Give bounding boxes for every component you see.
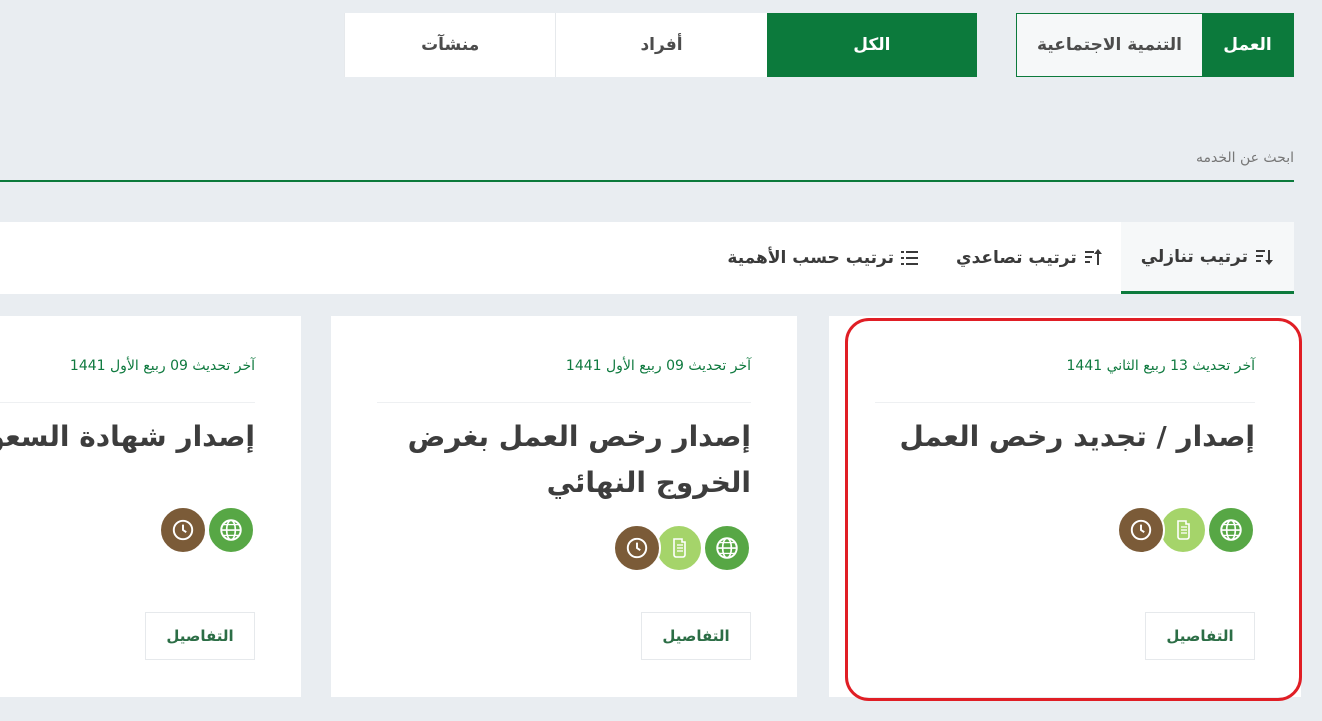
service-title[interactable]: إصدار رخص العمل بغرض الخروج النهائي — [371, 414, 751, 506]
audience-tabs: الكل أفراد منشآت — [344, 13, 977, 77]
divider — [377, 402, 751, 403]
channel-icons — [1117, 506, 1255, 554]
document-icon — [655, 524, 703, 572]
divider — [0, 402, 255, 403]
channel-icons — [159, 506, 255, 554]
search-input[interactable] — [0, 130, 1294, 180]
list-icon — [900, 251, 918, 265]
details-button[interactable]: التفاصيل — [641, 612, 751, 660]
sort-bar: ترتيب تنازلي ترتيب تصاعدي ترتيب حسب الأه… — [0, 222, 1294, 294]
tab-ministry-social-development[interactable]: التنمية الاجتماعية — [1017, 14, 1202, 76]
ministry-tabs: العمل التنمية الاجتماعية — [1016, 13, 1294, 77]
sort-ascending-button[interactable]: ترتيب تصاعدي — [938, 222, 1121, 294]
service-title[interactable]: إصدار شهادة السعودة — [0, 414, 255, 460]
last-updated: آخر تحديث 09 ربيع الأول 1441 — [565, 358, 751, 374]
details-button[interactable]: التفاصيل — [145, 612, 255, 660]
service-card: آخر تحديث 09 ربيع الأول 1441 إصدار شهادة… — [0, 316, 301, 697]
service-card: آخر تحديث 09 ربيع الأول 1441 إصدار رخص ا… — [331, 316, 797, 697]
sort-descending-icon — [1256, 249, 1273, 265]
channel-icons — [613, 524, 751, 572]
details-button[interactable]: التفاصيل — [1145, 612, 1255, 660]
tab-audience-establishments[interactable]: منشآت — [344, 13, 555, 77]
tab-audience-individuals[interactable]: أفراد — [555, 13, 766, 77]
sort-importance-button[interactable]: ترتيب حسب الأهمية — [709, 222, 938, 294]
web-icon — [207, 506, 255, 554]
clock-icon — [159, 506, 207, 554]
search-box — [0, 130, 1294, 182]
sort-ascending-icon — [1084, 249, 1102, 265]
tab-ministry-labor[interactable]: العمل — [1202, 14, 1293, 76]
divider — [875, 402, 1255, 403]
tab-audience-all[interactable]: الكل — [766, 13, 977, 77]
web-icon — [703, 524, 751, 572]
sort-descending-button[interactable]: ترتيب تنازلي — [1120, 222, 1294, 294]
last-updated: آخر تحديث 09 ربيع الأول 1441 — [69, 358, 255, 374]
document-icon — [1159, 506, 1207, 554]
web-icon — [1207, 506, 1255, 554]
clock-icon — [1117, 506, 1165, 554]
service-card: آخر تحديث 13 ربيع الثاني 1441 إصدار / تج… — [829, 316, 1301, 697]
last-updated: آخر تحديث 13 ربيع الثاني 1441 — [1066, 358, 1255, 374]
sort-importance-label: ترتيب حسب الأهمية — [727, 248, 894, 268]
clock-icon — [613, 524, 661, 572]
sort-ascending-label: ترتيب تصاعدي — [955, 248, 1077, 268]
sort-descending-label: ترتيب تنازلي — [1140, 246, 1248, 267]
service-title[interactable]: إصدار / تجديد رخص العمل — [875, 414, 1256, 460]
